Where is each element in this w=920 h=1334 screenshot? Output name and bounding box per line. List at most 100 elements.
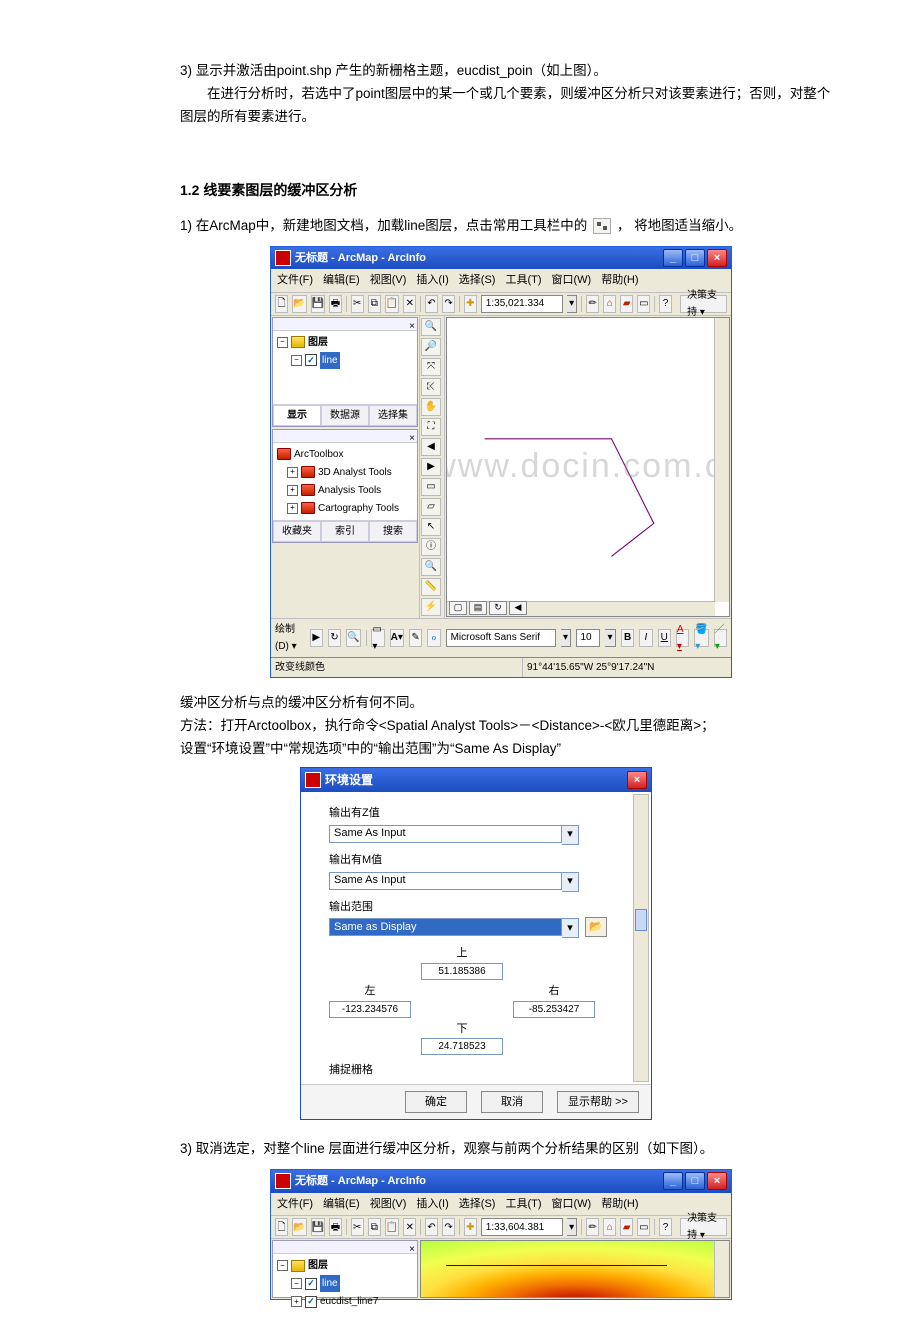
delete-icon[interactable]: ✕ xyxy=(403,295,416,313)
output-extent-combo[interactable]: Same as Display xyxy=(329,918,562,936)
identify-icon[interactable]: ⓘ xyxy=(421,538,441,556)
menu-view[interactable]: 视图(V) xyxy=(370,1195,407,1214)
editor-icon[interactable]: ✏ xyxy=(586,295,599,313)
layer-checkbox[interactable]: ✓ xyxy=(305,354,317,366)
whats-this-icon[interactable]: ? xyxy=(659,295,672,313)
cut-icon[interactable]: ✂ xyxy=(351,295,364,313)
decision-support-dropdown[interactable]: 决策支持 ▾ xyxy=(680,295,727,313)
menu-select[interactable]: 选择(S) xyxy=(459,1195,496,1214)
dropdown-icon[interactable]: ▾ xyxy=(562,918,579,938)
toolbox-close-icon[interactable]: × xyxy=(409,430,415,442)
dropdown-icon[interactable]: ▾ xyxy=(562,872,579,892)
menu-edit[interactable]: 编辑(E) xyxy=(323,271,360,290)
toc-tab-display[interactable]: 显示 xyxy=(273,405,321,426)
expand-icon[interactable]: − xyxy=(277,1260,288,1271)
clear-selection-icon[interactable]: ▱ xyxy=(421,498,441,516)
menu-window[interactable]: 窗口(W) xyxy=(552,1195,592,1214)
select-elements-icon[interactable]: ↖ xyxy=(421,518,441,536)
pan-icon[interactable]: ✋ xyxy=(421,398,441,416)
new-icon[interactable]: 🗋 xyxy=(275,295,288,313)
font-size-input[interactable]: 10 xyxy=(576,629,600,647)
fixed-zoom-out-icon[interactable]: ⤪ xyxy=(421,378,441,396)
env-vertical-scrollbar[interactable] xyxy=(633,794,649,1082)
editor-icon[interactable]: ✏ xyxy=(586,1218,599,1236)
rect-icon[interactable]: ▭ ▾ xyxy=(371,629,384,647)
menu-select[interactable]: 选择(S) xyxy=(459,271,496,290)
ok-button[interactable]: 确定 xyxy=(405,1091,467,1113)
print-icon[interactable]: 🖶 xyxy=(329,1218,342,1236)
pause-draw-icon[interactable]: ◀ xyxy=(509,601,527,615)
m-value-combo[interactable]: Same As Input xyxy=(329,872,562,890)
tool-carto[interactable]: Cartography Tools xyxy=(318,500,399,517)
expand-icon[interactable]: + xyxy=(287,485,298,496)
vertical-scrollbar[interactable] xyxy=(714,1241,729,1297)
scale-dropdown-icon[interactable]: ▾ xyxy=(567,295,578,313)
toc-close-icon[interactable]: × xyxy=(409,318,415,330)
expand-icon[interactable]: − xyxy=(291,1278,302,1289)
undo-icon[interactable]: ↶ xyxy=(425,1218,438,1236)
save-icon[interactable]: 💾 xyxy=(311,1218,325,1236)
map-canvas-2[interactable] xyxy=(420,1240,730,1298)
extent-right-value[interactable]: -85.253427 xyxy=(513,1001,595,1018)
edit-vertices-icon[interactable]: ✎ xyxy=(409,629,422,647)
close-button[interactable]: × xyxy=(707,249,727,267)
scale-input-2[interactable]: 1:33,604.381 xyxy=(481,1218,563,1236)
scale-dropdown-icon[interactable]: ▾ xyxy=(567,1218,578,1236)
menu-help[interactable]: 帮助(H) xyxy=(601,1195,638,1214)
arctoolbox-icon[interactable]: ⌂ xyxy=(603,1218,616,1236)
rotate-icon[interactable]: ↻ xyxy=(328,629,341,647)
menu-tools[interactable]: 工具(T) xyxy=(505,1195,541,1214)
vertical-scrollbar[interactable] xyxy=(714,318,729,602)
full-extent-icon[interactable]: ⛶ xyxy=(421,418,441,436)
print-icon[interactable]: 🖶 xyxy=(329,295,342,313)
minimize-button[interactable]: _ xyxy=(663,249,683,267)
new-icon[interactable]: 🗋 xyxy=(275,1218,288,1236)
cmd-line-icon[interactable]: ▰ xyxy=(620,295,633,313)
toc-tab-source[interactable]: 数据源 xyxy=(321,405,369,426)
menu-tools[interactable]: 工具(T) xyxy=(505,271,541,290)
extent-bottom-value[interactable]: 24.718523 xyxy=(421,1038,503,1055)
redo-icon[interactable]: ↷ xyxy=(442,1218,455,1236)
dropdown-icon[interactable]: ▾ xyxy=(562,825,579,845)
text-icon[interactable]: A ▾ xyxy=(390,629,404,647)
extent-top-value[interactable]: 51.185386 xyxy=(421,963,503,980)
show-help-button[interactable]: 显示帮助 >> xyxy=(557,1091,639,1113)
paste-icon[interactable]: 📋 xyxy=(385,1218,399,1236)
map-canvas[interactable]: www.docin.com.cn ▢ ▤ ↻ ◀ xyxy=(446,317,730,617)
select-icon[interactable]: ▶ xyxy=(310,629,323,647)
whats-this-icon[interactable]: ? xyxy=(659,1218,672,1236)
model-icon[interactable]: ▭ xyxy=(637,295,650,313)
expand-icon[interactable]: − xyxy=(277,337,288,348)
panel-tab-index[interactable]: 索引 xyxy=(321,521,369,542)
layer-name-line-2[interactable]: line xyxy=(320,1275,340,1292)
next-extent-icon[interactable]: ▶ xyxy=(421,458,441,476)
zoom-in-icon[interactable]: 🔍 xyxy=(421,318,441,336)
menu-file[interactable]: 文件(F) xyxy=(277,271,313,290)
copy-icon[interactable]: ⧉ xyxy=(368,295,381,313)
minimize-button[interactable]: _ xyxy=(663,1172,683,1190)
arctoolbox-icon[interactable]: ⌂ xyxy=(603,295,616,313)
maximize-button[interactable]: □ xyxy=(685,249,705,267)
select-features-icon[interactable]: ▭ xyxy=(421,478,441,496)
toc-root-label[interactable]: 图层 xyxy=(308,334,328,351)
italic-icon[interactable]: I xyxy=(639,629,652,647)
extent-left-value[interactable]: -123.234576 xyxy=(329,1001,411,1018)
underline-icon[interactable]: U xyxy=(658,629,671,647)
font-sample-icon[interactable]: ℴ xyxy=(427,629,440,647)
find-icon[interactable]: 🔍 xyxy=(421,558,441,576)
menu-view[interactable]: 视图(V) xyxy=(370,271,407,290)
prev-extent-icon[interactable]: ◀ xyxy=(421,438,441,456)
draw-menu[interactable]: 绘制(D) ▾ xyxy=(275,621,305,655)
menubar-1[interactable]: 文件(F) 编辑(E) 视图(V) 插入(I) 选择(S) 工具(T) 窗口(W… xyxy=(271,269,731,293)
menu-insert[interactable]: 插入(I) xyxy=(416,271,448,290)
cut-icon[interactable]: ✂ xyxy=(351,1218,364,1236)
undo-icon[interactable]: ↶ xyxy=(425,295,438,313)
layer-checkbox[interactable]: ✓ xyxy=(305,1278,317,1290)
font-color-icon[interactable]: A ▾ xyxy=(676,629,689,647)
decision-support-dropdown[interactable]: 决策支持 ▾ xyxy=(680,1218,727,1236)
tool-3d[interactable]: 3D Analyst Tools xyxy=(318,464,392,481)
measure-icon[interactable]: 📏 xyxy=(421,578,441,596)
delete-icon[interactable]: ✕ xyxy=(403,1218,416,1236)
font-name-dropdown-icon[interactable]: ▾ xyxy=(561,629,572,647)
panel-tab-search[interactable]: 搜索 xyxy=(369,521,417,542)
